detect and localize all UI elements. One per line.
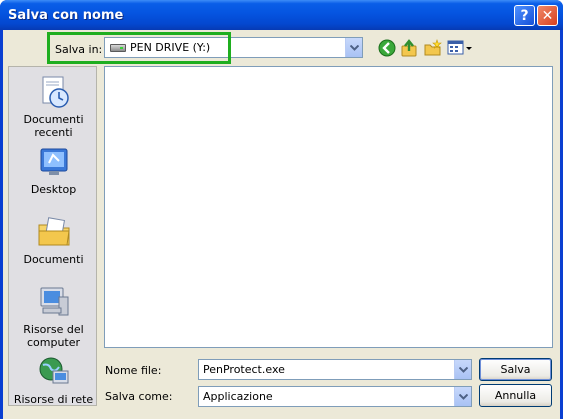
view-menu-icon[interactable]: [447, 39, 473, 57]
window-title: Salva con nome: [8, 8, 124, 23]
cancel-button-label: Annulla: [494, 389, 537, 402]
recent-documents-icon: [37, 75, 71, 109]
places-bar: Documenti recenti Desktop Documenti Riso…: [8, 66, 97, 406]
filename-input[interactable]: PenProtect.exe: [203, 363, 285, 376]
up-folder-icon[interactable]: [401, 39, 419, 57]
save-button-label: Salva: [500, 363, 531, 376]
chevron-down-icon[interactable]: [454, 360, 471, 379]
save-type-label: Salva come:: [105, 390, 173, 403]
place-label: Desktop: [30, 183, 77, 196]
usb-drive-icon: [110, 44, 126, 52]
save-in-dropdown[interactable]: PEN DRIVE (Y:): [104, 37, 363, 58]
help-button[interactable]: ?: [514, 5, 535, 26]
place-label: Documenti: [23, 113, 84, 126]
place-my-computer[interactable]: Risorse del computer: [9, 285, 98, 349]
close-icon: ✕: [541, 7, 554, 24]
save-in-value: PEN DRIVE (Y:): [130, 41, 211, 54]
my-documents-icon: [37, 215, 71, 249]
place-label: recenti: [34, 126, 73, 139]
filename-combobox[interactable]: PenProtect.exe: [198, 359, 472, 380]
back-icon[interactable]: [378, 39, 396, 57]
place-my-documents[interactable]: Documenti: [9, 215, 98, 266]
place-label: Risorse del: [23, 323, 84, 336]
place-label: Risorse di rete: [13, 393, 94, 406]
filename-label: Nome file:: [105, 364, 162, 377]
save-in-label: Salva in:: [55, 43, 103, 56]
title-bar[interactable]: Salva con nome ? ✕: [0, 0, 563, 30]
new-folder-icon[interactable]: [424, 39, 442, 57]
help-icon: ?: [520, 7, 529, 24]
desktop-icon: [37, 145, 71, 179]
save-button[interactable]: Salva: [479, 358, 552, 381]
place-label: computer: [26, 336, 81, 349]
place-network[interactable]: Risorse di rete: [9, 355, 98, 406]
save-type-value: Applicazione: [203, 390, 273, 403]
chevron-down-icon[interactable]: [345, 38, 362, 57]
close-button[interactable]: ✕: [537, 5, 558, 26]
place-label: Documenti: [23, 253, 84, 266]
my-computer-icon: [37, 285, 71, 319]
save-type-dropdown[interactable]: Applicazione: [198, 386, 472, 407]
file-list[interactable]: [104, 66, 553, 348]
place-desktop[interactable]: Desktop: [9, 145, 98, 196]
chevron-down-icon[interactable]: [454, 387, 471, 406]
network-places-icon: [37, 355, 71, 389]
cancel-button[interactable]: Annulla: [479, 384, 552, 407]
place-recent-documents[interactable]: Documenti recenti: [9, 75, 98, 139]
